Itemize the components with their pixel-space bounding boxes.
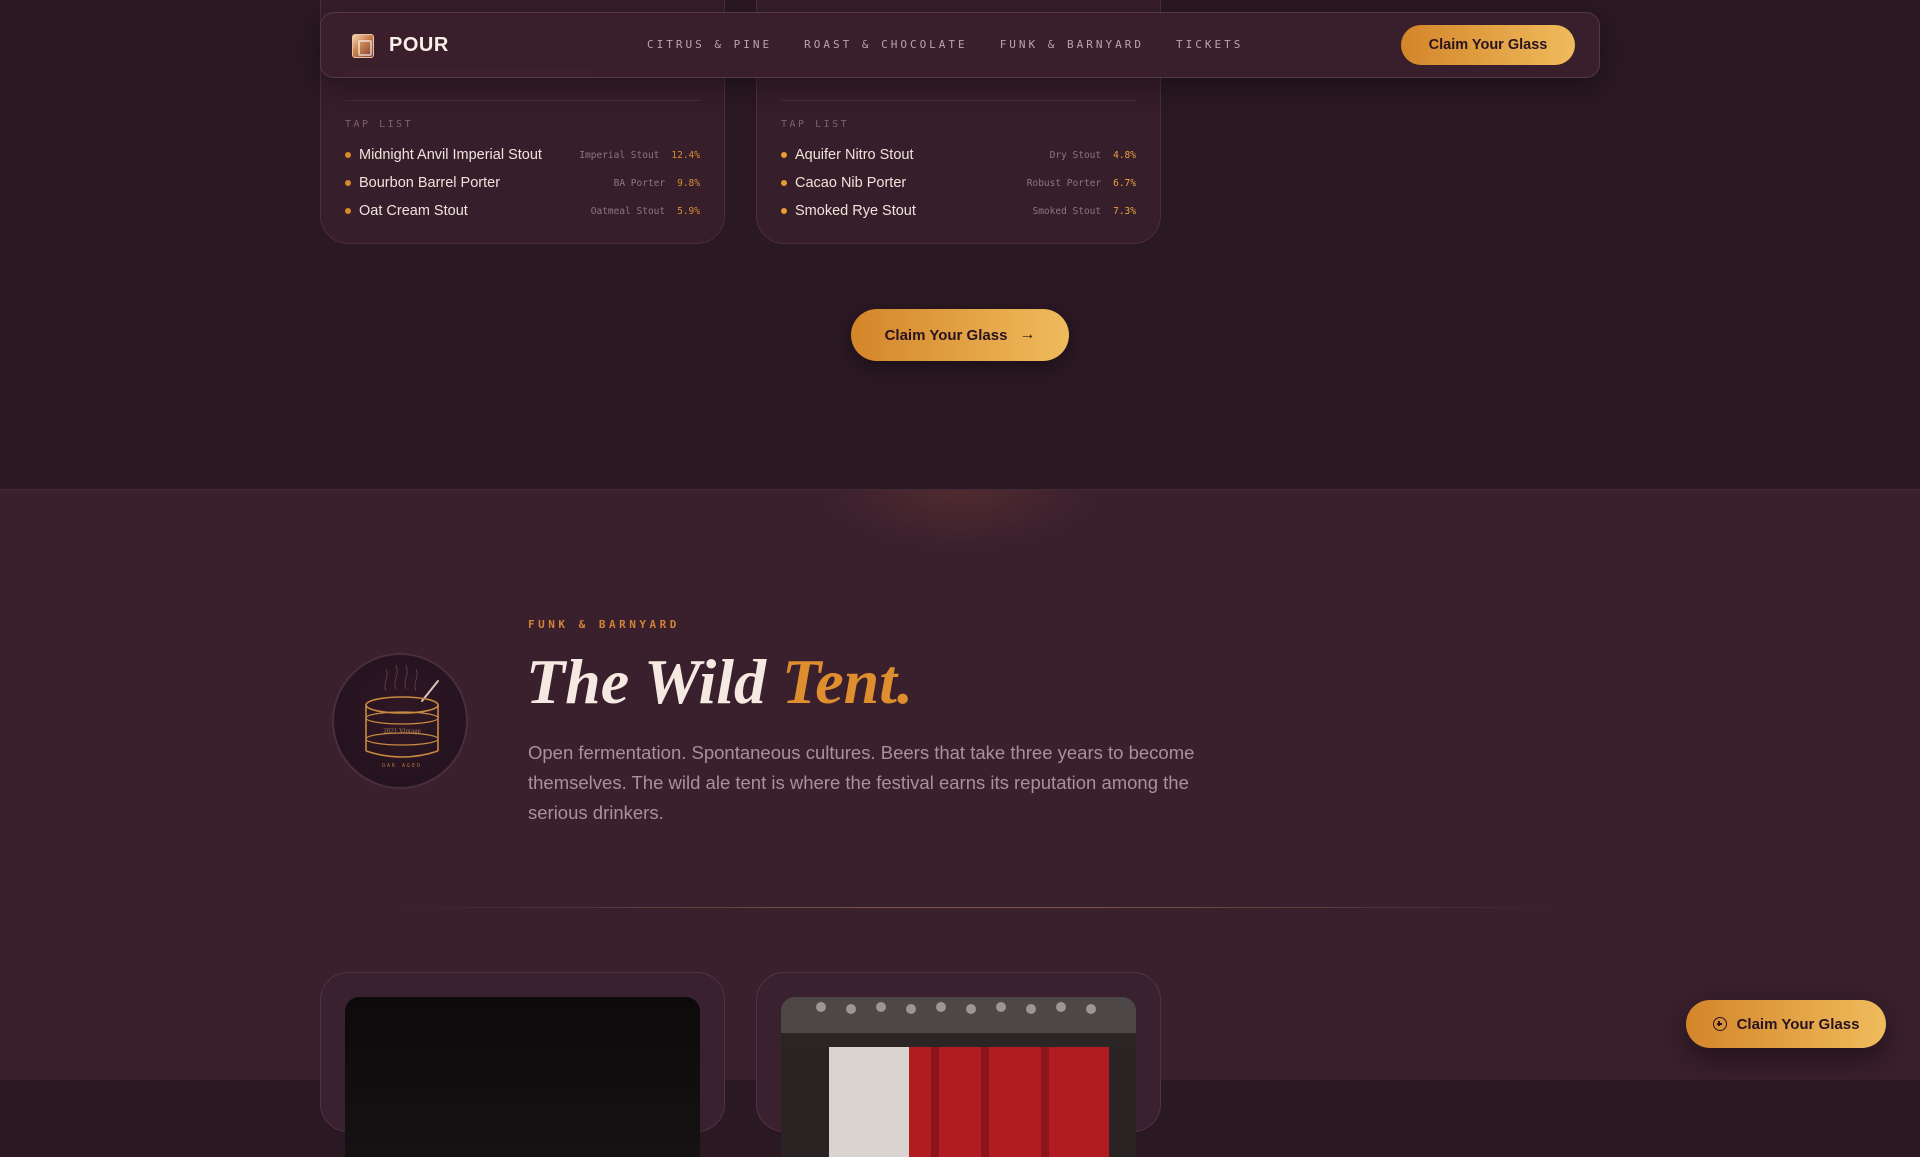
plus-circle-icon: [1712, 1017, 1727, 1031]
tap-list-item: Smoked Rye Stout Smoked Stout 7.3%: [781, 199, 1136, 223]
claim-glass-button[interactable]: Claim Your Glass →: [851, 309, 1069, 361]
bullet-icon: [781, 152, 787, 158]
tap-list-item: Cacao Nib Porter Robust Porter 6.7%: [781, 171, 1136, 195]
nav-link-funk-barnyard[interactable]: FUNK & BARNYARD: [1000, 38, 1144, 51]
bullet-icon: [781, 180, 787, 186]
nav-link-citrus-pine[interactable]: CITRUS & PINE: [647, 38, 772, 51]
nav-link-tickets[interactable]: TICKETS: [1176, 38, 1243, 51]
beer-name: Smoked Rye Stout: [795, 203, 916, 219]
barrel-icon: 2021 Vintage OAK AGED: [365, 664, 439, 769]
beer-abv: 7.3%: [1113, 205, 1136, 217]
beer-abv: 9.8%: [677, 177, 700, 189]
brand-name[interactable]: POUR: [389, 34, 449, 57]
tap-list-item: Midnight Anvil Imperial Stout Imperial S…: [345, 143, 700, 167]
heading-accent: Tent.: [782, 646, 914, 717]
beer-abv: 12.4%: [671, 149, 700, 161]
stage-photo-art: [781, 997, 1136, 1157]
tent-card: [320, 972, 725, 1157]
tap-list-item: Aquifer Nitro Stout Dry Stout 4.8%: [781, 143, 1136, 167]
badge-text: 2021 Vintage: [383, 727, 420, 735]
tap-list-label: TAP LIST: [781, 119, 850, 130]
beer-style: BA Porter: [613, 177, 666, 189]
card-divider: [781, 100, 1136, 101]
beer-style: Oatmeal Stout: [590, 205, 666, 217]
nav-link-roast-chocolate[interactable]: ROAST & CHOCOLATE: [804, 38, 968, 51]
beer-abv: 6.7%: [1113, 177, 1136, 189]
beer-style: Dry Stout: [1049, 149, 1102, 161]
tap-list-label: TAP LIST: [345, 119, 414, 130]
beer-name: Bourbon Barrel Porter: [359, 175, 501, 191]
top-navbar: POUR CITRUS & PINE ROAST & CHOCOLATE FUN…: [320, 12, 1600, 78]
beer-style: Robust Porter: [1026, 177, 1102, 189]
logo-icon[interactable]: [352, 34, 374, 58]
beer-name: Midnight Anvil Imperial Stout: [359, 147, 542, 163]
claim-glass-label: Claim Your Glass: [884, 326, 1008, 344]
beer-style: Smoked Stout: [1032, 205, 1102, 217]
section-divider: [400, 907, 1560, 908]
beer-name: Oat Cream Stout: [359, 203, 468, 219]
tent-card: [756, 972, 1161, 1157]
section-glow: [820, 490, 1100, 550]
barrel-badge: 2021 Vintage OAK AGED: [332, 653, 468, 789]
beer-abv: 5.9%: [677, 205, 700, 217]
tent-photo: [345, 997, 700, 1157]
beer-style: Imperial Stout: [579, 149, 660, 161]
tap-list-item: Oat Cream Stout Oatmeal Stout 5.9%: [345, 199, 700, 223]
floating-claim-glass-label: Claim Your Glass: [1736, 1015, 1860, 1033]
section-eyebrow: FUNK & BARNYARD: [528, 618, 680, 631]
beer-name: Cacao Nib Porter: [795, 175, 907, 191]
beer-name: Aquifer Nitro Stout: [795, 147, 914, 163]
heading-main: The Wild: [526, 646, 783, 717]
bullet-icon: [345, 152, 351, 158]
floating-claim-glass-button[interactable]: Claim Your Glass: [1686, 1000, 1886, 1048]
bullet-icon: [345, 180, 351, 186]
section-description: Open fermentation. Spontaneous cultures.…: [528, 742, 1195, 823]
nav-claim-glass-button[interactable]: Claim Your Glass: [1401, 25, 1575, 65]
badge-subtext: OAK AGED: [382, 763, 422, 769]
bullet-icon: [781, 208, 787, 214]
arrow-right-icon: →: [1019, 326, 1036, 343]
bullet-icon: [345, 208, 351, 214]
card-divider: [345, 100, 700, 101]
nav-links: CITRUS & PINE ROAST & CHOCOLATE FUNK & B…: [647, 38, 1243, 51]
tent-photo: [781, 997, 1136, 1157]
beer-abv: 4.8%: [1113, 149, 1136, 161]
section-heading: The Wild Tent.: [526, 642, 913, 722]
tap-list-item: Bourbon Barrel Porter BA Porter 9.8%: [345, 171, 700, 195]
